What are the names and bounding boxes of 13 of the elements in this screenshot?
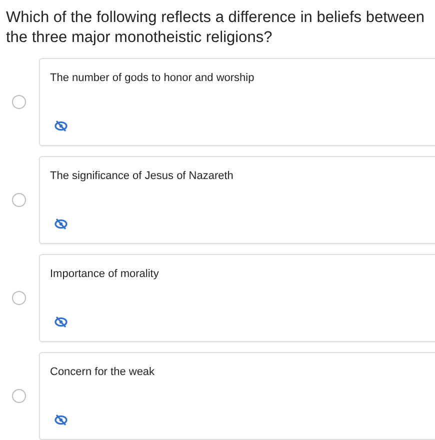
eye-slash-icon[interactable] bbox=[54, 218, 68, 230]
answer-text: Importance of morality bbox=[50, 268, 159, 280]
answer-text: The significance of Jesus of Nazareth bbox=[50, 170, 234, 182]
radio-button[interactable] bbox=[12, 389, 26, 403]
radio-button[interactable] bbox=[12, 193, 26, 207]
answer-text: Concern for the weak bbox=[50, 366, 155, 378]
answer-text: The number of gods to honor and worship bbox=[50, 72, 254, 84]
eye-slash-icon[interactable] bbox=[54, 316, 68, 328]
eye-slash-icon[interactable] bbox=[54, 120, 68, 132]
eye-slash-icon[interactable] bbox=[54, 414, 68, 426]
question-text: Which of the following reflects a difference in beliefs between the three major monotheistic religions? bbox=[6, 8, 426, 48]
radio-button[interactable] bbox=[12, 95, 26, 109]
radio-button[interactable] bbox=[12, 291, 26, 305]
